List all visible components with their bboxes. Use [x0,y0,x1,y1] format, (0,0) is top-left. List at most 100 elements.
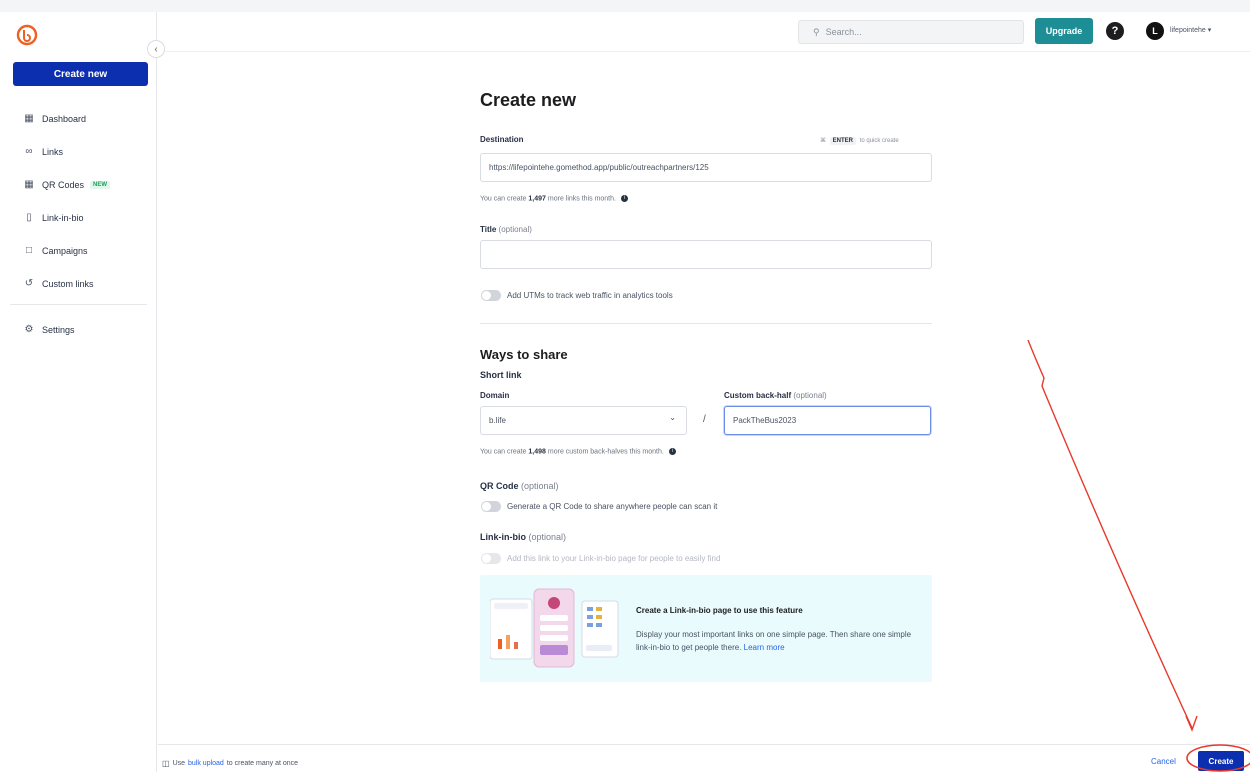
utm-toggle[interactable] [481,290,501,301]
lib-optional: (optional) [528,532,567,542]
utm-label: Add UTMs to track web traffic in analyti… [507,291,673,300]
lib-toggle-label: Add this link to your Link-in-bio page f… [507,554,721,563]
short-link-title: Short link [480,370,522,380]
app-window: Create new ▦ Dashboard ∞ Links ▦ QR Code… [0,0,1250,772]
link-in-bio-illustration-icon [490,588,619,668]
sidebar-item-qr-codes[interactable]: ▦ QR Codes NEW [0,168,157,201]
qr-toggle-label: Generate a QR Code to share anywhere peo… [507,502,718,511]
bulk-upload-link[interactable]: bulk upload [188,760,224,767]
cancel-button[interactable]: Cancel [1151,757,1176,766]
back-half-label: Custom back-half (optional) [724,391,827,400]
enter-key: ENTER [829,137,857,145]
sidebar-item-dashboard[interactable]: ▦ Dashboard [0,102,157,135]
links-remaining-prefix: You can create [480,195,527,203]
sidebar-item-label: Links [42,146,64,157]
form-footer: ◫ Use bulk upload to create many at once… [158,744,1250,772]
sidebar-divider [10,304,147,305]
learn-more-link[interactable]: Learn more [744,643,785,652]
account-menu[interactable]: lifepointehe ▾ [1170,26,1211,34]
top-header: ⚲ Search... Upgrade ? L lifepointehe ▾ [158,12,1250,52]
destination-value: https://lifepointehe.gomethod.app/public… [489,163,709,172]
info-icon[interactable]: i [620,195,628,202]
link-in-bio-title: Link-in-bio (optional) [480,532,566,542]
sidebar-item-links[interactable]: ∞ Links [0,135,157,168]
sidebar-item-campaigns[interactable]: □ Campaigns [0,234,157,267]
title-label: Title (optional) [480,225,532,234]
sidebar: Create new ▦ Dashboard ∞ Links ▦ QR Code… [0,12,157,772]
new-badge: NEW [90,180,111,189]
back-half-label-text: Custom back-half [724,391,792,400]
page-title: Create new [480,90,577,110]
avatar[interactable]: L [1146,22,1164,40]
bulk-suffix: to create many at once [226,760,299,767]
bulk-upload-hint: ◫ Use bulk upload to create many at once [162,759,298,768]
qr-title-text: QR Code [480,481,519,491]
destination-input[interactable]: https://lifepointehe.gomethod.app/public… [480,153,932,182]
qr-code-title: QR Code (optional) [480,481,559,491]
info-icon[interactable]: i [668,448,676,455]
gear-icon: ⚙ [24,324,34,335]
bulk-prefix: Use [172,760,186,767]
promo-text: Display your most important links on one… [636,628,916,652]
links-remaining-text: You can create 1,497 more links this mon… [480,195,628,202]
search-input[interactable]: ⚲ Search... [798,20,1024,44]
link-in-bio-promo: Create a Link-in-bio page to use this fe… [480,575,932,682]
ways-to-share-title: Ways to share [480,347,568,362]
qr-code-icon: ▦ [24,179,34,190]
destination-label: Destination [480,135,524,144]
sidebar-item-custom-links[interactable]: ↺ Custom links [0,267,157,300]
upgrade-button[interactable]: Upgrade [1035,18,1093,44]
custom-link-icon: ↺ [24,278,34,289]
sidebar-item-label: Settings [42,324,75,335]
backhalves-remaining-text: You can create 1,498 more custom back-ha… [480,448,676,455]
backhalves-suffix: more custom back-halves this month. [547,448,664,456]
qr-optional: (optional) [521,481,559,491]
title-input[interactable] [480,240,932,269]
promo-title: Create a Link-in-bio page to use this fe… [636,606,803,615]
back-half-input[interactable]: PackTheBus2023 [724,406,931,435]
dashboard-icon: ▦ [24,113,34,124]
link-in-bio-icon: ▯ [26,212,32,223]
create-new-button[interactable]: Create new [13,62,148,86]
path-slash: / [703,414,706,425]
links-remaining-suffix: more links this month. [547,195,616,203]
qr-toggle-row[interactable]: Generate a QR Code to share anywhere peo… [481,501,717,512]
utm-toggle-row[interactable]: Add UTMs to track web traffic in analyti… [481,290,673,301]
lib-toggle [481,553,501,564]
back-half-value: PackTheBus2023 [733,416,797,425]
domain-label: Domain [480,391,510,400]
folder-icon: □ [25,245,33,256]
sidebar-item-label: Dashboard [42,113,87,124]
lib-toggle-row: Add this link to your Link-in-bio page f… [481,553,720,564]
search-placeholder: Search... [825,27,862,37]
domain-value: b.life [489,416,506,425]
browser-top-strip [0,0,1250,12]
back-half-optional: (optional) [793,391,827,400]
bitly-logo-icon[interactable] [16,24,38,46]
quick-create-hint: ⌘ ENTER to quick create [820,137,899,145]
sidebar-nav: ▦ Dashboard ∞ Links ▦ QR Codes NEW ▯ Lin… [0,102,157,346]
section-divider [480,323,932,324]
title-optional: (optional) [498,225,532,234]
chevron-down-icon: ⌄ [669,413,676,422]
quick-create-text: to quick create [859,138,899,144]
sidebar-item-label: Link-in-bio [42,212,84,223]
sidebar-item-link-in-bio[interactable]: ▯ Link-in-bio [0,201,157,234]
qr-toggle[interactable] [481,501,501,512]
links-remaining-count: 1,497 [528,195,546,203]
sidebar-item-label: Custom links [42,278,94,289]
link-icon: ∞ [25,146,33,157]
upload-icon: ◫ [162,759,170,768]
search-icon: ⚲ [813,26,820,37]
create-button[interactable]: Create [1198,751,1244,771]
title-label-text: Title [480,225,497,234]
sidebar-item-label: Campaigns [42,245,88,256]
sidebar-item-settings[interactable]: ⚙ Settings [0,313,157,346]
help-icon[interactable]: ? [1106,22,1124,40]
backhalves-prefix: You can create [480,448,527,456]
chevron-left-icon[interactable]: ‹ [147,40,165,58]
lib-title-text: Link-in-bio [480,532,526,542]
domain-select[interactable]: b.life ⌄ [480,406,687,435]
sidebar-item-label: QR Codes [42,179,85,190]
command-key: ⌘ [820,138,826,144]
